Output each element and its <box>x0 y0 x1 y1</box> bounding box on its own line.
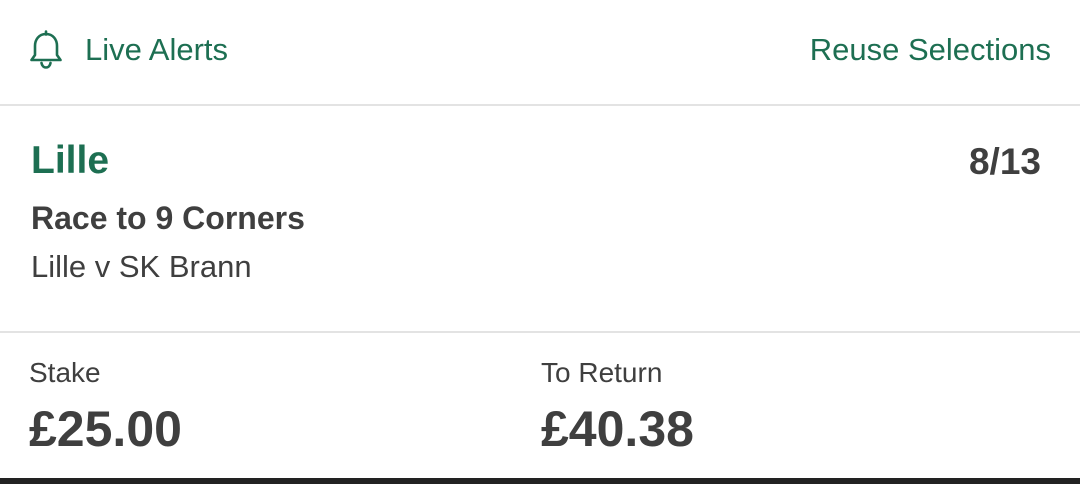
live-alerts-button[interactable]: Live Alerts <box>28 30 228 70</box>
selection-odds: 8/13 <box>968 141 1041 182</box>
market-name: Race to 9 Corners <box>31 200 305 236</box>
bottom-edge-bar <box>0 478 1080 484</box>
bet-slip-header: Live Alerts Reuse Selections <box>0 0 1080 106</box>
selection-name: Lille <box>31 139 110 182</box>
stake-value: £25.00 <box>29 401 182 457</box>
to-return-label: To Return <box>541 357 663 388</box>
bell-icon <box>28 30 64 70</box>
to-return-value: £40.38 <box>541 401 694 457</box>
bet-slip: Live Alerts Reuse Selections Lille 8/13 … <box>0 0 1080 484</box>
reuse-selections-button[interactable]: Reuse Selections <box>810 30 1051 70</box>
stake-field[interactable]: Stake £25.00 <box>29 355 182 457</box>
to-return-field: To Return £40.38 <box>541 355 694 457</box>
event-name: Lille v SK Brann <box>31 249 252 284</box>
live-alerts-label: Live Alerts <box>85 32 229 67</box>
selection-card: Lille 8/13 Race to 9 Corners Lille v SK … <box>0 106 1080 333</box>
stake-label: Stake <box>29 357 101 388</box>
